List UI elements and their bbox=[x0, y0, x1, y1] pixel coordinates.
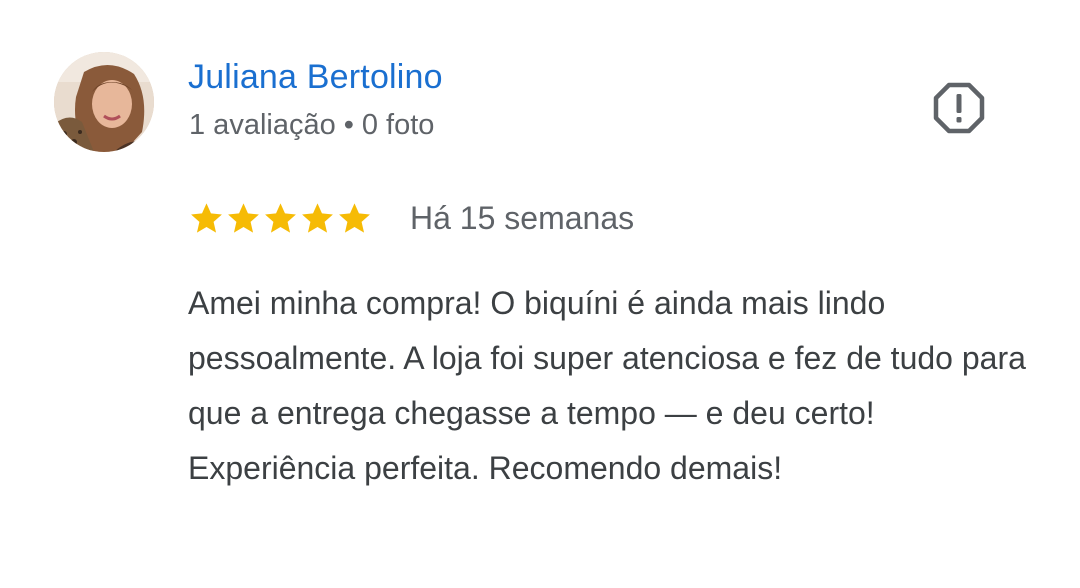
star-rating bbox=[188, 200, 373, 237]
meta-separator: • bbox=[343, 109, 354, 141]
avatar-photo bbox=[54, 52, 154, 152]
photos-count: 0 foto bbox=[361, 109, 435, 141]
report-flag-icon bbox=[933, 82, 985, 134]
star-icon bbox=[299, 200, 336, 237]
review-time: Há 15 semanas bbox=[410, 199, 635, 236]
review-card: Juliana Bertolino 1 avaliação • 0 foto Há … bbox=[0, 0, 1080, 588]
star-icon bbox=[336, 200, 373, 237]
avatar[interactable] bbox=[54, 52, 154, 152]
review-text: Amei minha compra! O biquíni é ainda mai… bbox=[188, 285, 1026, 486]
reviewer-name[interactable]: Juliana Bertolino bbox=[188, 58, 443, 97]
star-icon bbox=[188, 200, 225, 237]
report-button[interactable] bbox=[932, 81, 986, 135]
reviewer-meta: 1 avaliação • 0 foto bbox=[189, 109, 434, 142]
rating-row: Há 15 semanas bbox=[188, 196, 634, 240]
star-icon bbox=[262, 200, 299, 237]
star-icon bbox=[225, 200, 262, 237]
reviews-count: 1 avaliação bbox=[189, 109, 336, 141]
